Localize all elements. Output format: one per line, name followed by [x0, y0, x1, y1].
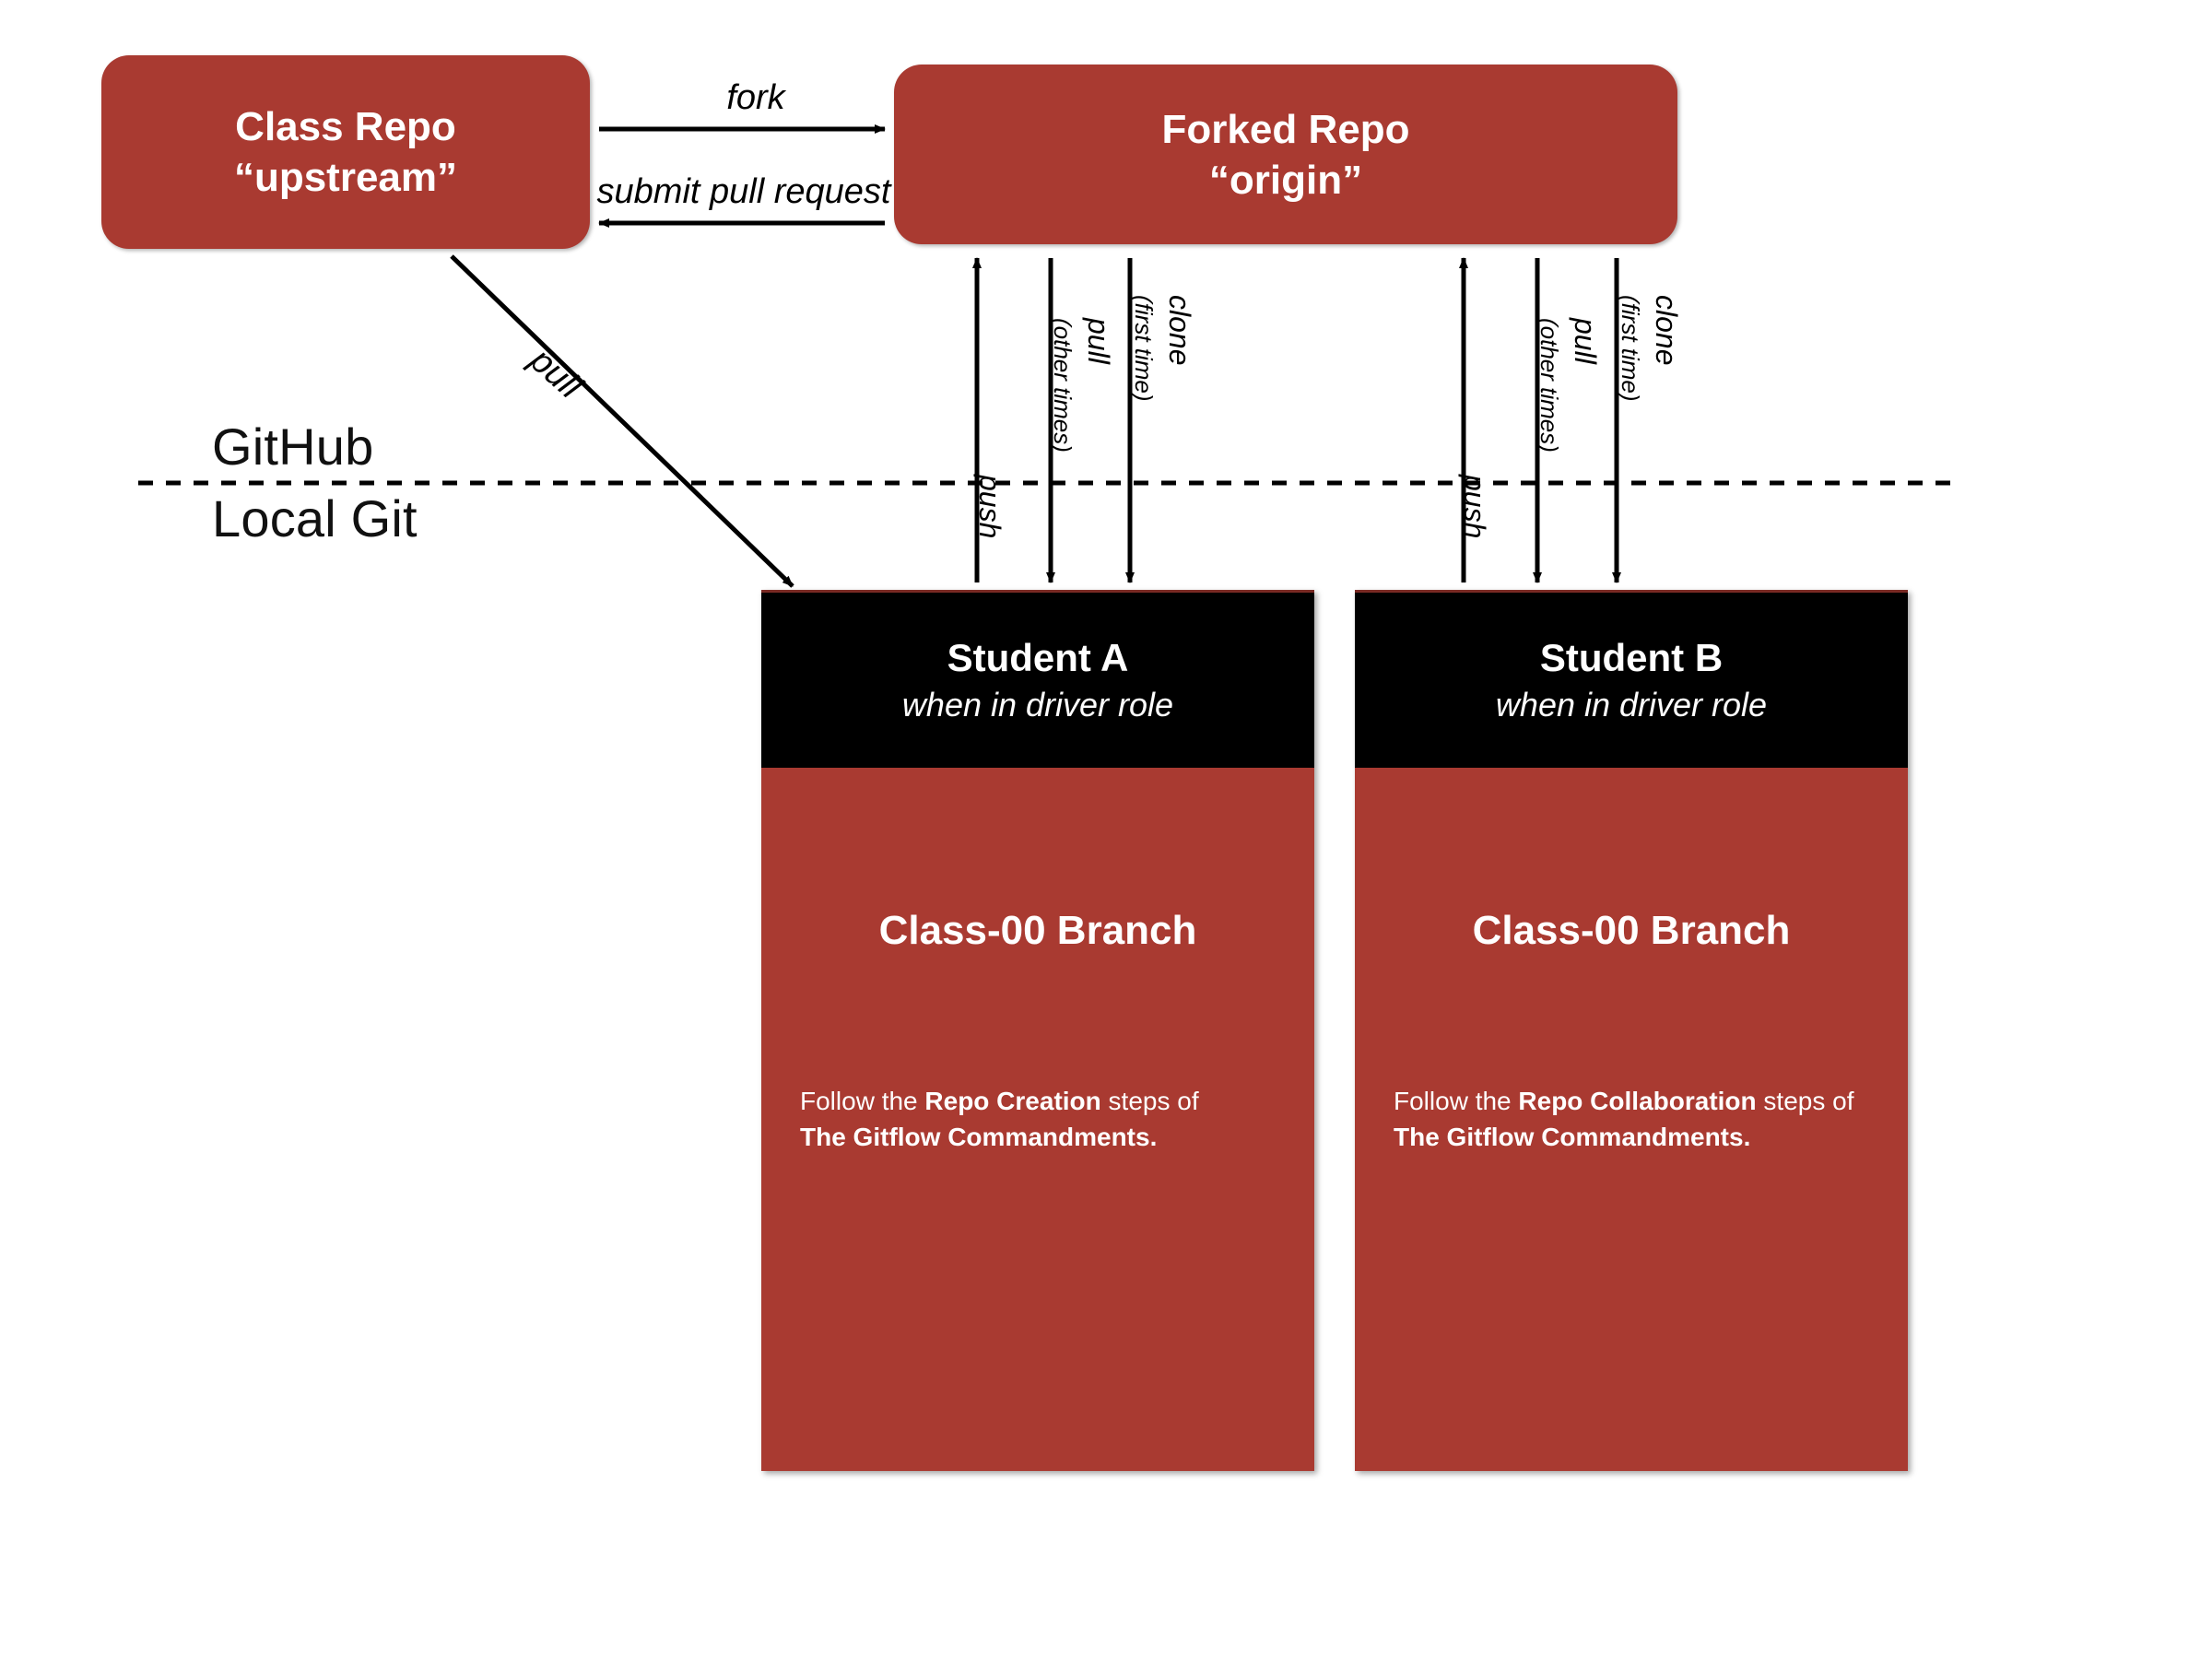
student-b-branch: Class-00 Branch	[1394, 908, 1869, 954]
student-b-follow-mid: steps of	[1757, 1087, 1854, 1115]
student-a-follow-pre: Follow the	[800, 1087, 924, 1115]
student-a-follow-bold2: The Gitflow Commandments.	[800, 1123, 1157, 1151]
arrow-label-clone-a-note: (first time)	[1130, 295, 1158, 402]
forked-repo-box: Forked Repo “origin”	[894, 65, 1677, 244]
zone-label-github: GitHub	[212, 417, 374, 477]
arrow-label-clone-b-text: clone	[1650, 295, 1683, 366]
class-repo-box: Class Repo “upstream”	[101, 55, 590, 249]
arrow-label-pull-a-note: (other times)	[1049, 318, 1077, 453]
arrow-label-clone-b: clone (first time)	[1615, 295, 1683, 402]
arrow-label-clone-b-note: (first time)	[1617, 295, 1644, 402]
arrow-pull-diagonal	[452, 256, 793, 586]
student-b-follow-bold2: The Gitflow Commandments.	[1394, 1123, 1750, 1151]
arrow-label-push-b: push	[1457, 475, 1491, 538]
student-b-follow-bold1: Repo Collaboration	[1518, 1087, 1756, 1115]
student-a-role: when in driver role	[761, 686, 1314, 724]
arrow-label-fork: fork	[700, 78, 811, 118]
student-a-follow: Follow the Repo Creation steps of The Gi…	[800, 1083, 1276, 1155]
zone-label-localgit: Local Git	[212, 488, 418, 548]
student-b-role: when in driver role	[1355, 686, 1908, 724]
arrow-label-submit-pr: submit pull request	[592, 172, 896, 212]
student-a-branch: Class-00 Branch	[800, 908, 1276, 954]
student-a-follow-bold1: Repo Creation	[924, 1087, 1100, 1115]
arrow-label-pull-a-text: pull	[1082, 318, 1115, 364]
forked-repo-subtitle: “origin”	[894, 155, 1677, 206]
arrow-label-pull-diagonal: pull	[522, 341, 589, 407]
forked-repo-title: Forked Repo	[894, 104, 1677, 155]
student-b-header: Student B when in driver role	[1355, 590, 1908, 768]
arrow-label-pull-a: pull (other times)	[1047, 318, 1115, 453]
student-b-body: Class-00 Branch Follow the Repo Collabor…	[1355, 768, 1908, 1471]
student-b-follow: Follow the Repo Collaboration steps of T…	[1394, 1083, 1869, 1155]
student-b-card: Student B when in driver role Class-00 B…	[1355, 590, 1908, 1471]
arrow-label-clone-a: clone (first time)	[1128, 295, 1196, 402]
arrow-label-push-a: push	[972, 475, 1006, 538]
student-b-follow-pre: Follow the	[1394, 1087, 1518, 1115]
student-a-card: Student A when in driver role Class-00 B…	[761, 590, 1314, 1471]
arrow-label-pull-b: pull (other times)	[1534, 318, 1602, 453]
arrow-label-pull-b-note: (other times)	[1535, 318, 1563, 453]
class-repo-title: Class Repo	[101, 101, 590, 152]
student-a-header: Student A when in driver role	[761, 590, 1314, 768]
diagram-canvas: Class Repo “upstream” Forked Repo “origi…	[0, 0, 2212, 1659]
student-b-name: Student B	[1355, 636, 1908, 680]
student-a-follow-mid: steps of	[1101, 1087, 1199, 1115]
arrow-label-pull-b-text: pull	[1569, 318, 1602, 364]
student-a-body: Class-00 Branch Follow the Repo Creation…	[761, 768, 1314, 1471]
arrow-label-clone-a-text: clone	[1163, 295, 1196, 366]
student-a-name: Student A	[761, 636, 1314, 680]
class-repo-subtitle: “upstream”	[101, 152, 590, 203]
